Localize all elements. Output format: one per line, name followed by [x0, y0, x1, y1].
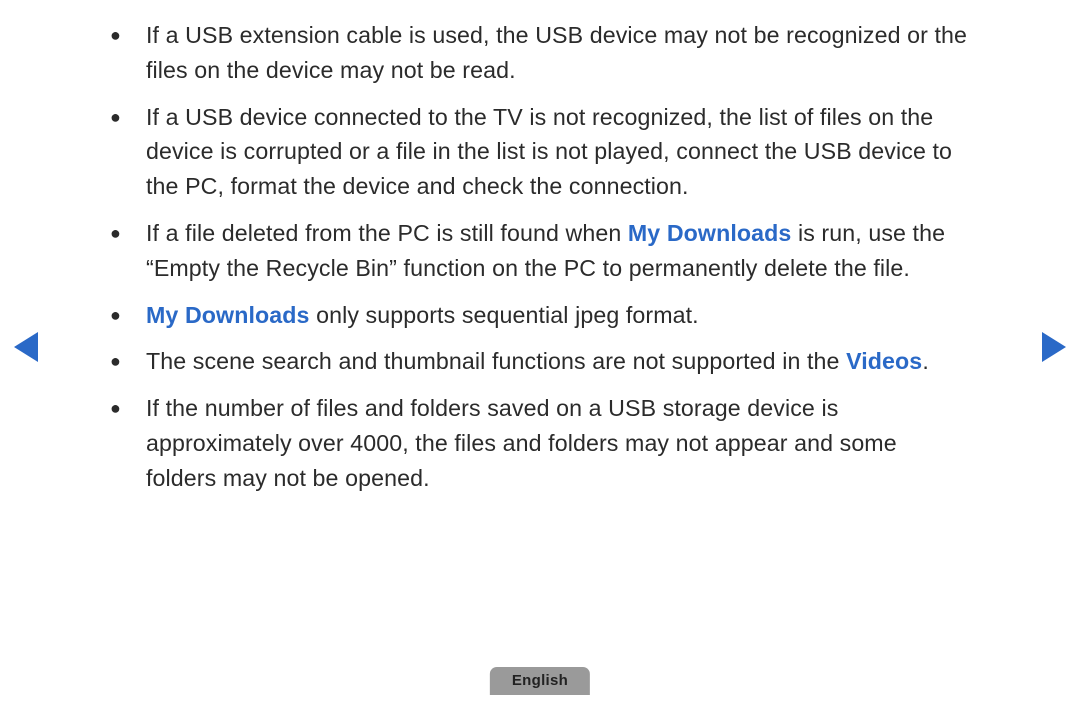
- highlight-term: My Downloads: [628, 220, 792, 246]
- list-item: ●If the number of files and folders save…: [110, 391, 970, 495]
- list-item-text: My Downloads only supports sequential jp…: [146, 298, 970, 333]
- bullet-icon: ●: [110, 18, 146, 52]
- prev-page-arrow-icon[interactable]: [14, 332, 38, 362]
- bullet-icon: ●: [110, 344, 146, 378]
- bullet-icon: ●: [110, 216, 146, 250]
- bullet-icon: ●: [110, 298, 146, 332]
- text-segment: The scene search and thumbnail functions…: [146, 348, 846, 374]
- document-content: ●If a USB extension cable is used, the U…: [110, 18, 970, 508]
- list-item-text: If a USB extension cable is used, the US…: [146, 18, 970, 88]
- next-page-arrow-icon[interactable]: [1042, 332, 1066, 362]
- text-segment: .: [922, 348, 929, 374]
- highlight-term: My Downloads: [146, 302, 310, 328]
- list-item: ●My Downloads only supports sequential j…: [110, 298, 970, 333]
- list-item: ●The scene search and thumbnail function…: [110, 344, 970, 379]
- list-item-text: If the number of files and folders saved…: [146, 391, 970, 495]
- bullet-icon: ●: [110, 100, 146, 134]
- list-item: ●If a file deleted from the PC is still …: [110, 216, 970, 286]
- list-item-text: The scene search and thumbnail functions…: [146, 344, 970, 379]
- highlight-term: Videos: [846, 348, 922, 374]
- list-item: ●If a USB extension cable is used, the U…: [110, 18, 970, 88]
- text-segment: If a USB extension cable is used, the US…: [146, 22, 967, 83]
- language-badge: English: [490, 667, 590, 695]
- text-segment: only supports sequential jpeg format.: [310, 302, 699, 328]
- bullet-icon: ●: [110, 391, 146, 425]
- text-segment: If a file deleted from the PC is still f…: [146, 220, 628, 246]
- list-item: ●If a USB device connected to the TV is …: [110, 100, 970, 204]
- list-item-text: If a file deleted from the PC is still f…: [146, 216, 970, 286]
- text-segment: If a USB device connected to the TV is n…: [146, 104, 952, 200]
- list-item-text: If a USB device connected to the TV is n…: [146, 100, 970, 204]
- text-segment: If the number of files and folders saved…: [146, 395, 897, 491]
